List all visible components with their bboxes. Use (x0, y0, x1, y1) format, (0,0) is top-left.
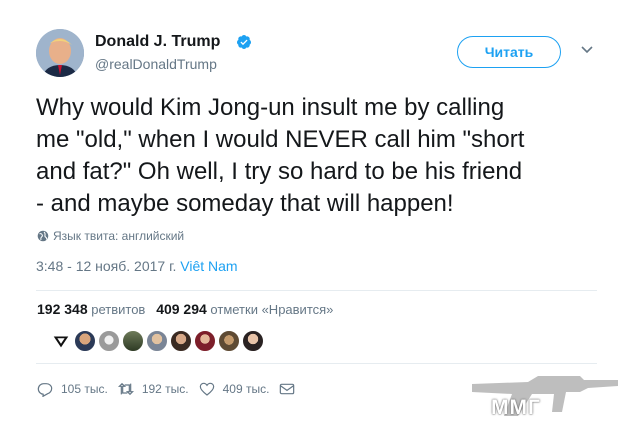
likers-avatars (50, 330, 264, 352)
retweet-count: 192 тыс. (141, 382, 189, 396)
tweet-stats: 192 348 ретвитов 409 294 отметки «Нравит… (37, 301, 333, 317)
divider (36, 363, 597, 364)
chevron-down-icon[interactable] (580, 43, 594, 57)
username[interactable]: @realDonaldTrump (95, 56, 217, 72)
language-label[interactable]: Язык твита: английский (53, 229, 184, 243)
timestamp: 3:48 - 12 нояб. 2017 г. Viêt Nam (36, 258, 238, 274)
liker-avatar[interactable] (242, 330, 264, 352)
tweet-actions: 105 тыс. 192 тыс. 409 тыс. (37, 381, 313, 397)
globe-icon (37, 230, 49, 242)
reply-icon (37, 383, 53, 397)
retweets-stat[interactable]: 192 348 ретвитов (37, 301, 146, 317)
liker-avatar[interactable] (50, 330, 72, 352)
divider (36, 290, 597, 291)
like-count: 409 тыс. (222, 382, 270, 396)
retweets-count: 192 348 (37, 301, 88, 317)
avatar[interactable] (36, 29, 84, 77)
location-link[interactable]: Viêt Nam (180, 258, 237, 274)
retweet-icon (117, 382, 134, 396)
liker-avatar[interactable] (218, 330, 240, 352)
likes-label: отметки «Нравится» (210, 302, 334, 317)
avatar-image (36, 29, 84, 77)
liker-avatar[interactable] (74, 330, 96, 352)
watermark-text: ММГ (491, 396, 541, 419)
likes-count: 409 294 (156, 301, 207, 317)
reply-count: 105 тыс. (61, 382, 108, 396)
like-icon (199, 382, 214, 396)
liker-avatar[interactable] (194, 330, 216, 352)
liker-avatar[interactable] (122, 330, 144, 352)
like-button[interactable]: 409 тыс. (199, 381, 270, 397)
display-name[interactable]: Donald J. Trump (95, 33, 220, 51)
retweet-button[interactable]: 192 тыс. (117, 381, 189, 397)
verified-icon (236, 35, 251, 49)
retweets-label: ретвитов (91, 302, 146, 317)
liker-avatar[interactable] (98, 330, 120, 352)
tweet-text: Why would Kim Jong-un insult me by calli… (36, 94, 525, 217)
liker-avatar[interactable] (146, 330, 168, 352)
liker-avatar[interactable] (170, 330, 192, 352)
timestamp-text[interactable]: 3:48 - 12 нояб. 2017 г. (36, 258, 176, 274)
language-note: Язык твита: английский (37, 229, 184, 243)
message-icon (280, 383, 295, 395)
likes-stat[interactable]: 409 294 отметки «Нравится» (156, 301, 334, 317)
follow-button[interactable]: Читать (457, 36, 561, 68)
message-button[interactable] (279, 381, 303, 397)
reply-button[interactable]: 105 тыс. (37, 381, 108, 397)
